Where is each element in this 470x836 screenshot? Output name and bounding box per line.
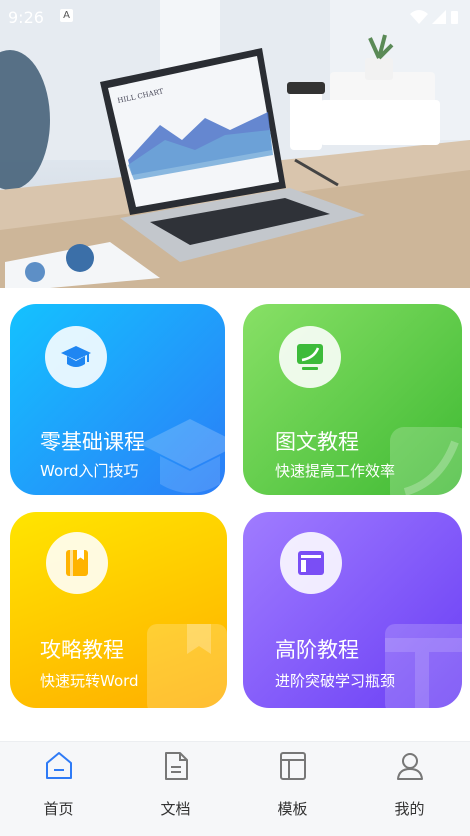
layout-icon [280, 532, 342, 594]
cap-watermark-icon [140, 419, 225, 493]
card-strategy-tutorial[interactable]: 攻略教程 快速玩转Word [10, 512, 227, 708]
tab-templates[interactable]: 模板 [234, 742, 351, 836]
status-bar: 9:26 A [0, 0, 470, 34]
monitor-watermark-icon [390, 427, 462, 495]
card-title: 攻略教程 [40, 638, 124, 662]
card-subtitle: 快速玩转Word [40, 672, 139, 690]
status-icons [408, 8, 460, 30]
home-icon [46, 752, 72, 779]
tab-label: 我的 [394, 800, 425, 818]
template-icon [280, 752, 306, 780]
monitor-icon [279, 326, 341, 388]
tab-label: 首页 [43, 800, 74, 818]
bottom-tab-bar: 首页 文档 模板 我的 [0, 741, 470, 836]
layout-watermark-icon [385, 624, 462, 708]
document-icon [165, 752, 188, 780]
book-icon [46, 532, 108, 594]
hero-banner: HILL CHART [0, 0, 470, 288]
card-subtitle: 快速提高工作效率 [275, 462, 396, 480]
card-advanced-tutorial[interactable]: 高阶教程 进阶突破学习瓶颈 [243, 512, 462, 708]
tab-label: 模板 [277, 800, 308, 818]
card-basic-course[interactable]: 零基础课程 Word入门技巧 [10, 304, 225, 495]
tab-label: 文档 [160, 800, 191, 818]
tab-profile[interactable]: 我的 [351, 742, 468, 836]
card-title: 零基础课程 [40, 430, 145, 454]
tab-home[interactable]: 首页 [0, 742, 117, 836]
a-icon: A [60, 9, 73, 22]
graduation-cap-icon [45, 326, 107, 388]
status-time: 9:26 [8, 8, 44, 27]
card-title: 高阶教程 [275, 638, 359, 662]
card-subtitle: 进阶突破学习瓶颈 [275, 672, 396, 690]
laptop-desk-illustration: HILL CHART [0, 0, 470, 288]
card-graphic-tutorial[interactable]: 图文教程 快速提高工作效率 [243, 304, 462, 495]
user-icon [397, 753, 423, 780]
tab-documents[interactable]: 文档 [117, 742, 234, 836]
book-watermark-icon [147, 624, 227, 708]
wifi-signal-battery-icon [410, 10, 458, 24]
card-subtitle: Word入门技巧 [40, 462, 139, 480]
card-title: 图文教程 [275, 430, 359, 454]
